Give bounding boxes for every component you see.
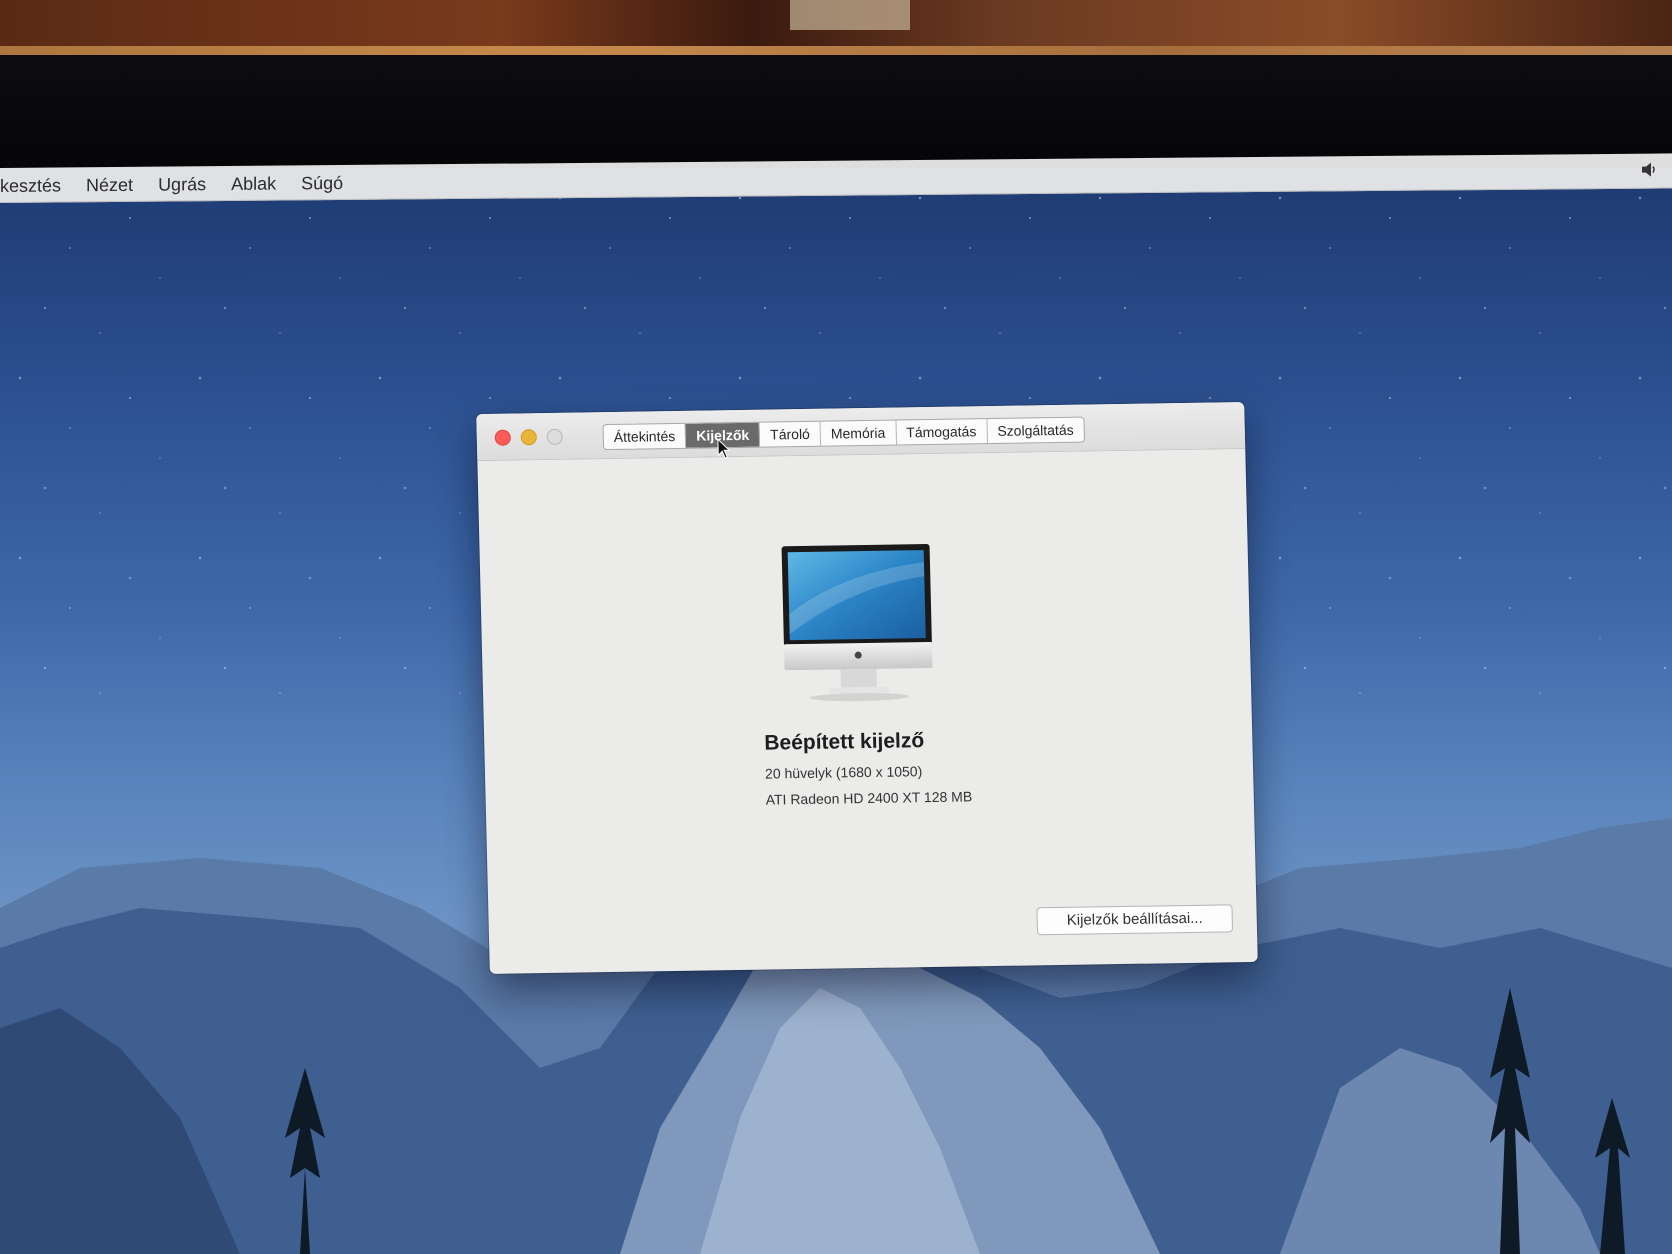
wall-picture: [790, 0, 910, 30]
close-button[interactable]: [494, 429, 511, 446]
display-size: 20 hüvelyk (1680 x 1050): [764, 763, 923, 782]
display-preferences-button[interactable]: Kijelzők beállításai...: [1036, 904, 1234, 936]
zoom-button[interactable]: [546, 428, 563, 445]
speaker-icon[interactable]: [1640, 162, 1658, 178]
menu-go[interactable]: Ugrás: [158, 174, 206, 195]
display-gpu: ATI Radeon HD 2400 XT 128 MB: [765, 788, 973, 808]
about-this-mac-window: Áttekintés Kijelzők Tároló Memória Támog…: [476, 402, 1258, 974]
window-content: Beépített kijelző 20 hüvelyk (1680 x 105…: [477, 449, 1257, 974]
imac-icon: [781, 544, 933, 702]
tab-support[interactable]: Támogatás: [896, 419, 988, 445]
tab-storage[interactable]: Tároló: [759, 421, 822, 447]
menu-edit[interactable]: rkesztés: [0, 175, 61, 197]
display-name: Beépített kijelző: [764, 729, 925, 755]
tab-overview[interactable]: Áttekintés: [603, 423, 687, 450]
segmented-tabs: Áttekintés Kijelzők Tároló Memória Támog…: [602, 416, 1085, 451]
tab-memory[interactable]: Memória: [820, 420, 897, 446]
menu-help[interactable]: Súgó: [301, 173, 343, 194]
menu-view[interactable]: Nézet: [86, 175, 133, 196]
minimize-button[interactable]: [520, 429, 537, 446]
menu-window[interactable]: Ablak: [231, 174, 276, 195]
tab-service[interactable]: Szolgáltatás: [987, 418, 1084, 444]
